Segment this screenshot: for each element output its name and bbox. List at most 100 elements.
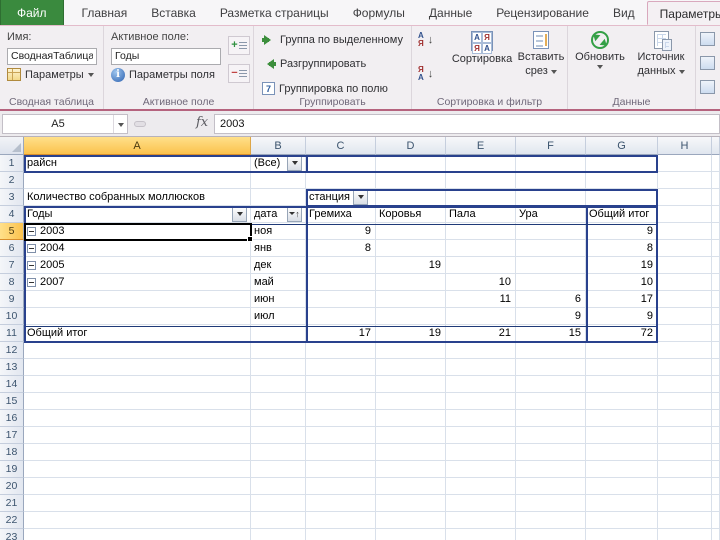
cell-C20[interactable]: [306, 478, 376, 495]
cell-H11[interactable]: [658, 325, 712, 342]
cell-F18[interactable]: [516, 444, 586, 461]
cell-G8[interactable]: 10: [586, 274, 658, 291]
tab-review[interactable]: Рецензирование: [484, 1, 601, 25]
row-header-3[interactable]: 3: [0, 189, 24, 206]
cell-E14[interactable]: [446, 376, 516, 393]
collapse-field-button[interactable]: −: [228, 64, 250, 83]
cell-D2[interactable]: [376, 172, 446, 189]
cell-B18[interactable]: [251, 444, 306, 461]
cell-D8[interactable]: [376, 274, 446, 291]
cell-E16[interactable]: [446, 410, 516, 427]
pivot-options-button[interactable]: Параметры: [7, 68, 94, 81]
cell-G22[interactable]: [586, 512, 658, 529]
cell-partial-6[interactable]: [712, 240, 720, 257]
cell-partial-16[interactable]: [712, 410, 720, 427]
cell-partial-9[interactable]: [712, 291, 720, 308]
expand-field-button[interactable]: +: [228, 36, 250, 55]
cell-B9[interactable]: июн: [251, 291, 306, 308]
cell-B3[interactable]: [251, 189, 306, 206]
cell-A8[interactable]: 2007: [24, 274, 251, 291]
row-header-16[interactable]: 16: [0, 410, 24, 427]
cell-F1[interactable]: [516, 155, 586, 172]
formula-bar-splitter[interactable]: [134, 121, 146, 127]
cell-partial-17[interactable]: [712, 427, 720, 444]
name-box-dropdown[interactable]: [113, 115, 127, 133]
row-header-10[interactable]: 10: [0, 308, 24, 325]
cell-B8[interactable]: май: [251, 274, 306, 291]
cell-E12[interactable]: [446, 342, 516, 359]
cell-H18[interactable]: [658, 444, 712, 461]
cell-B2[interactable]: [251, 172, 306, 189]
refresh-button[interactable]: Обновить: [572, 28, 628, 72]
cell-F19[interactable]: [516, 461, 586, 478]
cell-A9[interactable]: [24, 291, 251, 308]
cell-G15[interactable]: [586, 393, 658, 410]
cell-C14[interactable]: [306, 376, 376, 393]
cell-F9[interactable]: 6: [516, 291, 586, 308]
cell-B10[interactable]: июл: [251, 308, 306, 325]
cell-G4[interactable]: Общий итог: [586, 206, 658, 223]
cell-G17[interactable]: [586, 427, 658, 444]
cell-C17[interactable]: [306, 427, 376, 444]
cell-C1[interactable]: [306, 155, 376, 172]
cell-E9[interactable]: 11: [446, 291, 516, 308]
field-settings-button[interactable]: i Параметры поля: [111, 68, 215, 82]
date-sort-filter-dropdown[interactable]: ↑: [287, 207, 302, 222]
tab-formulas[interactable]: Формулы: [341, 1, 417, 25]
insert-function-icon[interactable]: fx: [196, 115, 208, 130]
cell-G11[interactable]: 72: [586, 325, 658, 342]
cell-partial-2[interactable]: [712, 172, 720, 189]
cell-F6[interactable]: [516, 240, 586, 257]
cell-A11[interactable]: Общий итог: [24, 325, 251, 342]
cell-partial-14[interactable]: [712, 376, 720, 393]
cell-D16[interactable]: [376, 410, 446, 427]
cell-H8[interactable]: [658, 274, 712, 291]
row-header-5[interactable]: 5: [0, 223, 24, 240]
cell-A13[interactable]: [24, 359, 251, 376]
cell-B20[interactable]: [251, 478, 306, 495]
row-header-14[interactable]: 14: [0, 376, 24, 393]
cell-H7[interactable]: [658, 257, 712, 274]
cell-D14[interactable]: [376, 376, 446, 393]
cell-B14[interactable]: [251, 376, 306, 393]
column-header-H[interactable]: H: [658, 137, 712, 155]
cell-F3[interactable]: [516, 189, 586, 206]
cell-H3[interactable]: [658, 189, 712, 206]
cell-partial-13[interactable]: [712, 359, 720, 376]
change-data-source-button[interactable]: Источник данных: [630, 28, 692, 77]
cell-C3[interactable]: станция: [306, 189, 376, 206]
cell-B21[interactable]: [251, 495, 306, 512]
collapse-year-2003[interactable]: [27, 227, 36, 236]
tab-insert[interactable]: Вставка: [139, 1, 208, 25]
column-header-F[interactable]: F: [516, 137, 586, 155]
cell-D1[interactable]: [376, 155, 446, 172]
row-header-13[interactable]: 13: [0, 359, 24, 376]
cell-B22[interactable]: [251, 512, 306, 529]
cell-A10[interactable]: [24, 308, 251, 325]
cell-B12[interactable]: [251, 342, 306, 359]
cell-G19[interactable]: [586, 461, 658, 478]
cell-G6[interactable]: 8: [586, 240, 658, 257]
cell-G16[interactable]: [586, 410, 658, 427]
cell-G14[interactable]: [586, 376, 658, 393]
cell-G5[interactable]: 9: [586, 223, 658, 240]
years-filter-dropdown[interactable]: [232, 207, 247, 222]
column-header-G[interactable]: G: [586, 137, 658, 155]
cell-E10[interactable]: [446, 308, 516, 325]
cell-E7[interactable]: [446, 257, 516, 274]
cell-partial-1[interactable]: [712, 155, 720, 172]
cell-G13[interactable]: [586, 359, 658, 376]
cell-H10[interactable]: [658, 308, 712, 325]
cell-A1[interactable]: райсн: [24, 155, 251, 172]
cell-E1[interactable]: [446, 155, 516, 172]
cell-G21[interactable]: [586, 495, 658, 512]
cell-F17[interactable]: [516, 427, 586, 444]
cell-E13[interactable]: [446, 359, 516, 376]
cell-partial-20[interactable]: [712, 478, 720, 495]
cell-H1[interactable]: [658, 155, 712, 172]
cell-B17[interactable]: [251, 427, 306, 444]
cell-B16[interactable]: [251, 410, 306, 427]
row-header-1[interactable]: 1: [0, 155, 24, 172]
cell-D22[interactable]: [376, 512, 446, 529]
cell-A5[interactable]: 2003: [24, 223, 251, 240]
